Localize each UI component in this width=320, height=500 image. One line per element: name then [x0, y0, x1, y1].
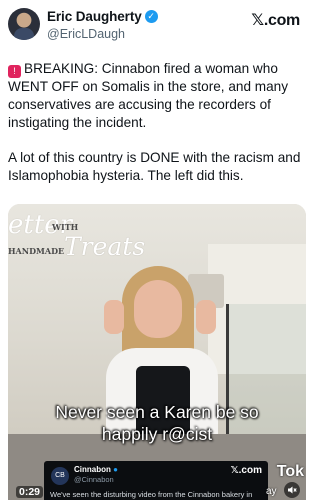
- author-handle[interactable]: @EricLDaugh: [47, 27, 125, 41]
- embedded-post-name: Cinnabon ●: [74, 465, 118, 474]
- author-name-row: Eric Daugherty ✓: [47, 9, 158, 24]
- day-text: ay: [266, 486, 277, 497]
- siren-icon: !: [8, 65, 21, 78]
- tweet-paragraph-1: ! BREAKING: Cinnabon fired a woman who WE…: [8, 60, 306, 132]
- caption-line-2: happily r@cist: [101, 424, 213, 444]
- video-caption: Never seen a Karen be so happily r@cist: [8, 401, 306, 445]
- tweet-header: Eric Daugherty ✓ @EricLDaugh 𝕏.com: [0, 0, 314, 50]
- cinnabon-avatar: CB: [51, 467, 69, 485]
- person-face: [134, 280, 182, 338]
- author-name[interactable]: Eric Daugherty: [47, 9, 142, 24]
- embedded-post[interactable]: CB Cinnabon ● @Cinnabon 𝕏.com We've seen…: [44, 461, 268, 500]
- sign-text-with: WITH: [52, 222, 79, 232]
- person-hand-left: [104, 300, 124, 334]
- tweet-paragraph-2: A lot of this country is DONE with the r…: [8, 150, 301, 183]
- tweet-body: ! BREAKING: Cinnabon fired a woman who WE…: [8, 60, 306, 202]
- tweet-paragraph-1-text: BREAKING: Cinnabon fired a woman who WEN…: [8, 61, 289, 130]
- speaker-muted-icon[interactable]: [284, 482, 300, 498]
- author-avatar[interactable]: [8, 8, 40, 40]
- video-timestamp: 0:29: [16, 486, 44, 498]
- sign-text-2: HANDMADE: [8, 246, 65, 256]
- video-player[interactable]: etter WITH HANDMADE Treats Never seen a …: [8, 204, 306, 500]
- tiktok-watermark: Tok: [276, 463, 304, 480]
- verified-badge-icon: ✓: [144, 10, 158, 23]
- embedded-post-text: We've seen the disturbing video from the…: [50, 490, 253, 499]
- embedded-x-logo: 𝕏.com: [230, 465, 262, 476]
- sign-text-treats: Treats: [64, 232, 146, 261]
- x-logo: 𝕏.com: [251, 12, 300, 29]
- caption-line-1: Never seen a Karen be so: [55, 402, 259, 422]
- person-hand-right: [196, 300, 216, 334]
- embedded-post-handle: @Cinnabon: [74, 475, 114, 484]
